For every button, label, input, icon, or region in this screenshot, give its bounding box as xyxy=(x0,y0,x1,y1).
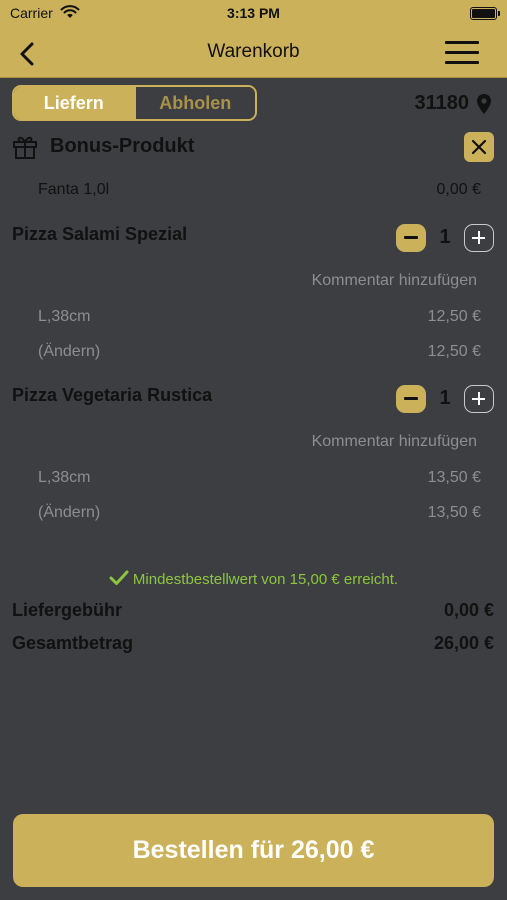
nav-bar: Warenkorb xyxy=(0,28,507,78)
item-name: Pizza Salami Spezial xyxy=(12,224,188,244)
item-name: Pizza Vegetaria Rustica xyxy=(12,385,213,405)
min-order-text: Mindestbestellwert von 15,00 € erreicht. xyxy=(132,571,399,588)
item-size: L,38cm xyxy=(38,308,91,325)
place-order-button[interactable]: Bestellen für 26,00 € xyxy=(13,814,494,887)
increase-quantity-button[interactable] xyxy=(464,224,494,252)
bonus-title: Bonus-Produkt xyxy=(50,135,195,157)
page-title: Warenkorb xyxy=(207,41,300,62)
item-size: L,38cm xyxy=(38,469,91,486)
item-price: 12,50 € xyxy=(427,343,481,360)
min-order-notice: Mindestbestellwert von 15,00 € erreicht. xyxy=(0,570,507,588)
delivery-mode-toggle: Liefern Abholen xyxy=(12,85,257,121)
edit-item-link[interactable]: (Ändern) xyxy=(38,504,100,522)
close-icon xyxy=(471,139,487,155)
add-comment-link[interactable]: Kommentar hinzufügen xyxy=(312,433,477,451)
tab-liefern[interactable]: Liefern xyxy=(14,87,134,119)
tab-abholen[interactable]: Abholen xyxy=(133,87,255,119)
location-pin-icon xyxy=(477,93,491,114)
increase-quantity-button[interactable] xyxy=(464,385,494,413)
total-value: 26,00 € xyxy=(433,633,494,653)
remove-bonus-button[interactable] xyxy=(464,132,494,162)
decrease-quantity-button[interactable] xyxy=(396,385,426,413)
clock: 3:13 PM xyxy=(227,5,280,21)
postal-code: 31180 xyxy=(414,92,469,114)
item-quantity: 1 xyxy=(439,387,451,409)
total-label: Gesamtbetrag xyxy=(12,633,134,653)
bonus-product-name: Fanta 1,0l xyxy=(38,181,110,198)
checkmark-icon xyxy=(109,570,129,585)
item-quantity: 1 xyxy=(439,226,451,248)
bonus-product-price: 0,00 € xyxy=(436,181,481,198)
hamburger-menu-icon[interactable] xyxy=(445,41,481,65)
gift-icon xyxy=(13,136,37,159)
edit-item-link[interactable]: (Ändern) xyxy=(38,343,100,361)
status-bar: Carrier 3:13 PM xyxy=(0,0,507,28)
postal-code-selector[interactable]: 31180 xyxy=(414,92,491,115)
add-comment-link[interactable]: Kommentar hinzufügen xyxy=(312,272,477,290)
item-price: 13,50 € xyxy=(427,504,481,521)
battery-icon xyxy=(470,7,500,20)
item-size-price: 13,50 € xyxy=(427,469,481,486)
decrease-quantity-button[interactable] xyxy=(396,224,426,252)
delivery-fee-value: 0,00 € xyxy=(443,600,494,620)
delivery-fee-label: Liefergebühr xyxy=(12,600,123,620)
item-size-price: 12,50 € xyxy=(427,308,481,325)
